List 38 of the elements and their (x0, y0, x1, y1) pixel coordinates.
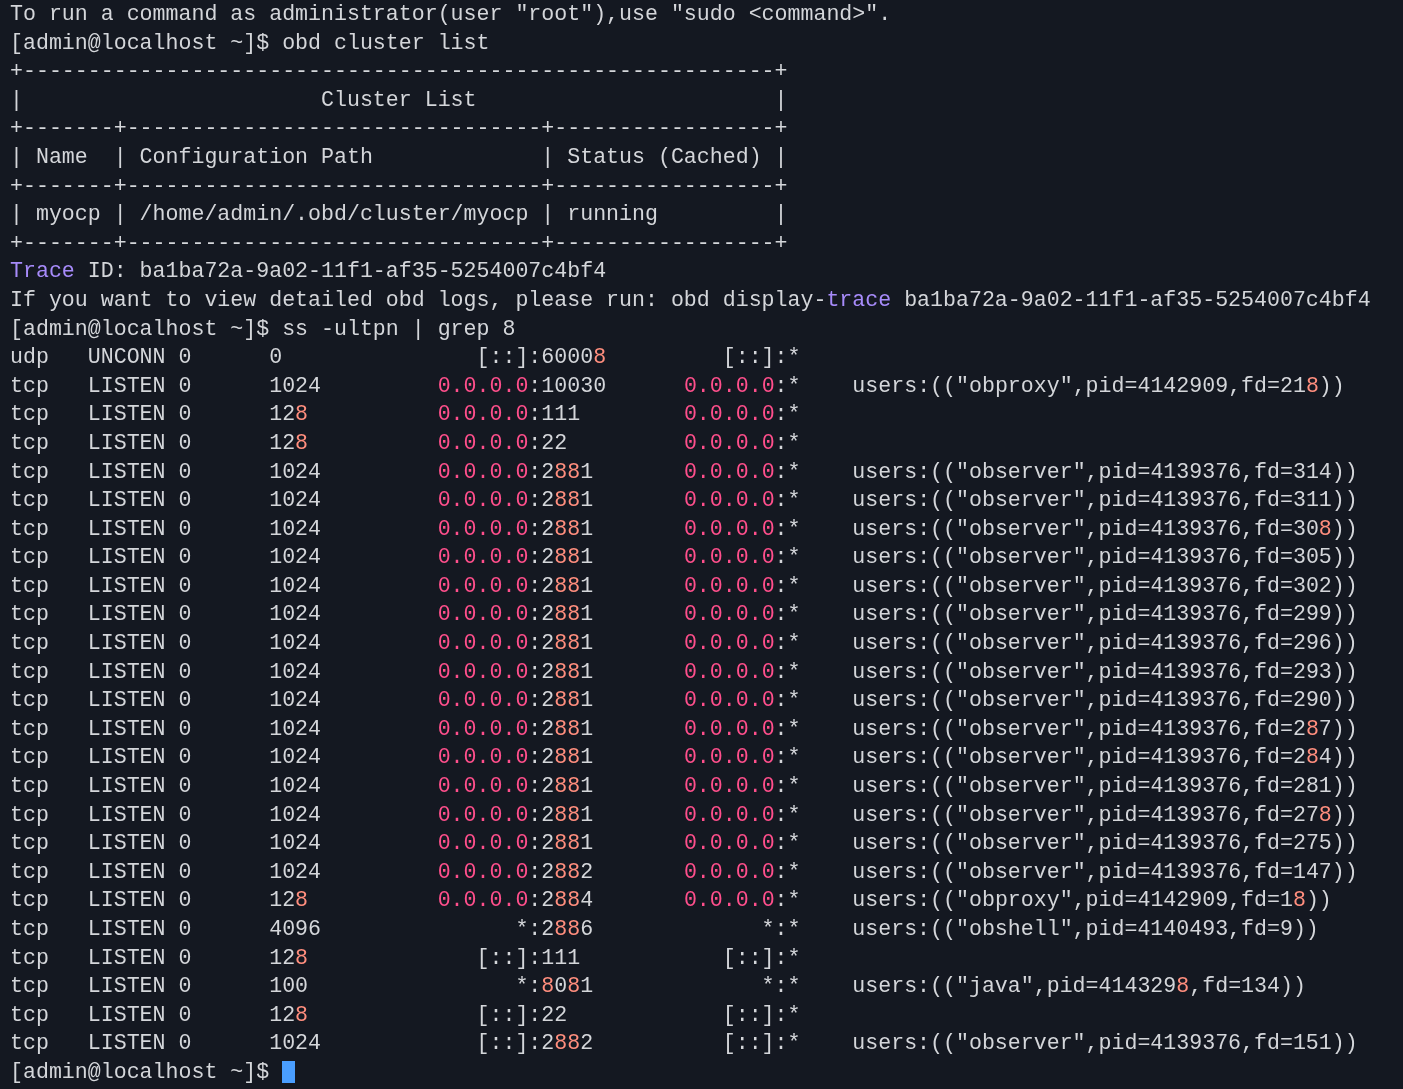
terminal-line: tcp LISTEN 0 1024 0.0.0.0:2881 0.0.0.0:* users:(("observer",pid=4139376,fd=302)) (10, 572, 1358, 600)
terminal-line: +-------+--------------------------------+-----------------+ (10, 172, 788, 200)
terminal-line: tcp LISTEN 0 1024 0.0.0.0:2881 0.0.0.0:* users:(("observer",pid=4139376,fd=305)) (10, 544, 1358, 572)
terminal-line: udp UNCONN 0 0 [::]:60008 [::]:* (10, 344, 801, 372)
terminal-line: tcp LISTEN 0 128 0.0.0.0:22 0.0.0.0:* (10, 429, 801, 457)
terminal-line: tcp LISTEN 0 1024 0.0.0.0:2881 0.0.0.0:* users:(("observer",pid=4139376,fd=278)) (10, 801, 1358, 829)
terminal-line: [admin@localhost ~]$ obd cluster list (10, 29, 490, 57)
terminal-line: tcp LISTEN 0 128 0.0.0.0:111 0.0.0.0:* (10, 401, 801, 429)
terminal-line: +-------+--------------------------------+-----------------+ (10, 115, 788, 143)
terminal-line: | Name | Configuration Path | Status (Cached) | (10, 143, 788, 171)
terminal-line: tcp LISTEN 0 1024 0.0.0.0:2881 0.0.0.0:* users:(("observer",pid=4139376,fd=308)) (10, 515, 1358, 543)
terminal-line: tcp LISTEN 0 1024 0.0.0.0:2881 0.0.0.0:* users:(("observer",pid=4139376,fd=284)) (10, 744, 1358, 772)
terminal-line: tcp LISTEN 0 1024 0.0.0.0:2881 0.0.0.0:* users:(("observer",pid=4139376,fd=296)) (10, 630, 1358, 658)
terminal-line: tcp LISTEN 0 128 [::]:22 [::]:* (10, 1001, 801, 1029)
terminal-line: | Cluster List | (10, 86, 788, 114)
terminal-line: tcp LISTEN 0 1024 0.0.0.0:2881 0.0.0.0:* users:(("observer",pid=4139376,fd=293)) (10, 658, 1358, 686)
terminal-line: tcp LISTEN 0 1024 0.0.0.0:2881 0.0.0.0:* users:(("observer",pid=4139376,fd=314)) (10, 458, 1358, 486)
terminal-line: tcp LISTEN 0 1024 0.0.0.0:2882 0.0.0.0:* users:(("observer",pid=4139376,fd=147)) (10, 858, 1358, 886)
terminal-line: To run a command as administrator(user "root"),use "sudo <command>". (10, 1, 892, 28)
terminal-line: tcp LISTEN 0 128 [::]:111 [::]:* (10, 944, 801, 972)
terminal-line: Trace ID: ba1ba72a-9a02-11f1-af35-5254007c4bf4 (10, 258, 607, 286)
terminal-line: tcp LISTEN 0 100 *:8081 *:* users:(("java",pid=4143298,fd=134)) (10, 973, 1306, 1001)
terminal-line: +----------------------------------------------------------+ (10, 58, 788, 86)
terminal-line: [admin@localhost ~]$ (10, 1058, 271, 1086)
terminal-line: tcp LISTEN 0 1024 0.0.0.0:2881 0.0.0.0:* users:(("observer",pid=4139376,fd=281)) (10, 773, 1358, 801)
terminal-line: tcp LISTEN 0 128 0.0.0.0:2884 0.0.0.0:* users:(("obproxy",pid=4142909,fd=18)) (10, 887, 1332, 915)
terminal-line: +-------+--------------------------------+-----------------+ (10, 229, 788, 257)
terminal-line: tcp LISTEN 0 1024 0.0.0.0:2881 0.0.0.0:* users:(("observer",pid=4139376,fd=290)) (10, 687, 1358, 715)
terminal-line: tcp LISTEN 0 1024 0.0.0.0:2881 0.0.0.0:* users:(("observer",pid=4139376,fd=287)) (10, 715, 1358, 743)
terminal-line: [admin@localhost ~]$ ss -ultpn | grep 8 (10, 315, 516, 343)
terminal-line: tcp LISTEN 0 1024 0.0.0.0:10030 0.0.0.0:* users:(("obproxy",pid=4142909,fd=218)) (10, 372, 1345, 400)
terminal-line: tcp LISTEN 0 4096 *:2886 *:* users:(("obshell",pid=4140493,fd=9)) (10, 916, 1319, 943)
terminal-line: If you want to view detailed obd logs, please run: obd display-trace ba1ba72a-9a02-11f1-af35-5254007c4bf4 (10, 286, 1371, 314)
terminal-line: tcp LISTEN 0 1024 0.0.0.0:2881 0.0.0.0:* users:(("observer",pid=4139376,fd=275)) (10, 830, 1358, 858)
terminal-line: | myocp | /home/admin/.obd/cluster/myocp | running | (10, 201, 788, 229)
terminal-line: tcp LISTEN 0 1024 [::]:2882 [::]:* users:(("observer",pid=4139376,fd=151)) (10, 1030, 1358, 1058)
terminal-line: tcp LISTEN 0 1024 0.0.0.0:2881 0.0.0.0:* users:(("observer",pid=4139376,fd=299)) (10, 601, 1358, 629)
terminal-line: tcp LISTEN 0 1024 0.0.0.0:2881 0.0.0.0:* users:(("observer",pid=4139376,fd=311)) (10, 487, 1358, 515)
